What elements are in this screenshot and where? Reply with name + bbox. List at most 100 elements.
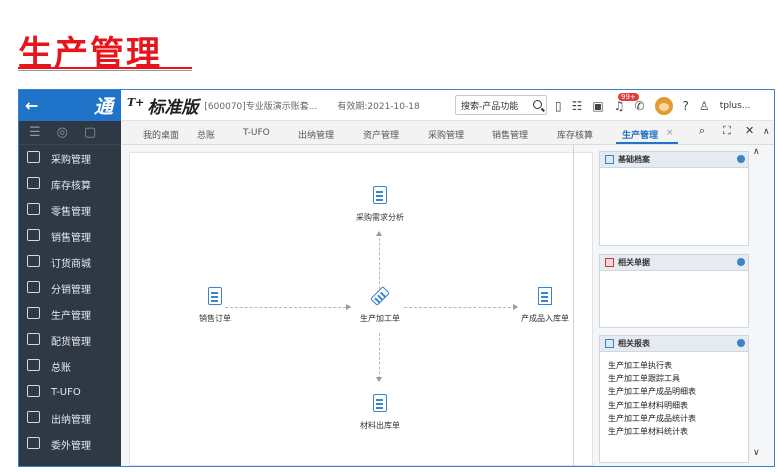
panel-related-docs: 相关单据 <box>599 254 749 328</box>
scroll-up-icon[interactable]: ∧ <box>763 127 770 137</box>
search-input[interactable]: 搜索-产品功能 <box>461 99 518 112</box>
collapse-icon[interactable] <box>737 339 745 347</box>
sidebar-item-distribution[interactable]: 分销管理 <box>19 275 121 301</box>
product-brand: T+ 标准版 <box>127 93 198 118</box>
sidebar-item-label: 采购管理 <box>51 154 91 166</box>
scroll-up-arrow-icon[interactable]: ∧ <box>753 147 760 157</box>
tab-ledger[interactable]: 总账 <box>197 128 215 141</box>
user-icon[interactable]: ♙ <box>699 99 710 113</box>
sidebar-item-allocation[interactable]: 配货管理 <box>19 327 121 353</box>
node-finished-inbound[interactable]: 产成品入库单 <box>500 286 590 324</box>
screen: 生产管理 ← 通 ☰ ◎ ▢ 采购管理 库存核算 零售管理 销售管理 订货商城 分销管理生… <box>0 0 777 472</box>
calculator-icon[interactable]: ▯ <box>555 99 562 113</box>
close-window-icon[interactable]: ✕ <box>745 124 754 137</box>
tab-bar: 我的桌面 总账 T-UFO 出纳管理 资产管理 采购管理 销售管理 库存核算 生… <box>121 121 774 145</box>
panel-title: 相关报表 <box>618 339 650 348</box>
panel-header[interactable]: 基础档案 <box>600 152 748 168</box>
report-link[interactable]: 生产加工单材料明细表 <box>608 399 748 412</box>
ufo-icon <box>26 384 42 400</box>
sidebar-item-retail[interactable]: 零售管理 <box>19 197 121 223</box>
sidebar-item-label: T-UFO <box>51 386 81 398</box>
outbound-doc-icon <box>370 393 390 415</box>
menu-icon[interactable]: ☰ <box>29 125 41 140</box>
sidebar: ← 通 ☰ ◎ ▢ 采购管理库存核算 零售管理 销售管理 订货商城 分销管理生产管理配货… <box>19 90 121 466</box>
tab-close-icon[interactable]: × <box>666 128 674 138</box>
help-icon[interactable]: ? <box>683 99 689 113</box>
banner-underline <box>18 67 192 69</box>
sidebar-item-inventory[interactable]: 库存核算 <box>19 171 121 197</box>
mascot-icon[interactable] <box>654 96 673 115</box>
node-material-outbound[interactable]: 材料出库单 <box>335 393 425 431</box>
sidebar-item-outsource[interactable]: 委外管理 <box>19 431 121 457</box>
report-link[interactable]: 生产加工单产成品统计表 <box>608 412 748 425</box>
node-production-order[interactable]: 生产加工单 <box>335 286 425 324</box>
connector-production-to-analysis <box>379 233 380 289</box>
edit-icon[interactable]: ▢ <box>84 125 96 140</box>
tab-production[interactable]: 生产管理 <box>622 128 658 141</box>
search-doc-icon[interactable]: ◎ <box>57 125 68 140</box>
collapse-icon[interactable] <box>737 155 745 163</box>
message-icon[interactable]: ▣ <box>592 99 603 113</box>
panel-title: 基础档案 <box>618 155 650 164</box>
tab-tufo[interactable]: T-UFO <box>243 128 270 138</box>
report-icon <box>605 339 614 348</box>
list-icon[interactable]: ☷ <box>572 99 583 113</box>
panel-header[interactable]: 相关单据 <box>600 255 748 271</box>
panel-related-reports: 相关报表 生产加工单执行表 生产加工单跟踪工具 生产加工单产成品明细表 生产加工… <box>599 335 749 463</box>
search-box[interactable]: 搜索-产品功能 <box>455 95 547 115</box>
sidebar-item-production[interactable]: 生产管理 <box>19 301 121 327</box>
sidebar-item-ufo[interactable]: T-UFO <box>19 379 121 405</box>
collapse-icon[interactable] <box>737 258 745 266</box>
boxes-icon <box>535 286 555 308</box>
tab-desktop[interactable]: 我的桌面 <box>143 128 179 141</box>
search-icon[interactable] <box>533 100 542 109</box>
sidebar-item-label: 生产管理 <box>51 310 91 322</box>
tools-icon <box>370 286 390 308</box>
sidebar-item-purchase[interactable]: 采购管理 <box>19 145 121 171</box>
production-icon <box>26 306 42 322</box>
analysis-doc-icon <box>370 185 390 207</box>
sidebar-item-label: 配货管理 <box>51 336 91 348</box>
fullscreen-icon[interactable]: ⛶ <box>723 124 731 138</box>
sidebar-menu: 采购管理库存核算 零售管理 销售管理 订货商城 分销管理生产管理配货管理总账 T-UFO 出… <box>19 145 121 457</box>
node-label: 产成品入库单 <box>521 314 569 323</box>
person-icon <box>605 155 614 164</box>
tab-search-icon[interactable]: ⌕ <box>699 124 705 138</box>
app-logo: 通 <box>93 96 113 118</box>
tab-assets[interactable]: 资产管理 <box>363 128 399 141</box>
main-content: 采购需求分析 销售订单 生产加工单 产成品入库单 材料出库单 基础档案 相关单据… <box>121 145 774 466</box>
panel-header[interactable]: 相关报表 <box>600 336 748 352</box>
expire-date: 有效期:2021-10-18 <box>337 101 420 112</box>
node-label: 采购需求分析 <box>356 213 404 222</box>
tab-cashier[interactable]: 出纳管理 <box>298 128 334 141</box>
report-link[interactable]: 生产加工单材料统计表 <box>608 425 748 438</box>
sidebar-item-cashier[interactable]: 出纳管理 <box>19 405 121 431</box>
scroll-divider <box>573 145 574 466</box>
node-sales-order[interactable]: 销售订单 <box>170 286 260 324</box>
account-name[interactable]: [600070]专业版演示账套... <box>204 99 317 112</box>
sidebar-item-sales[interactable]: 销售管理 <box>19 223 121 249</box>
report-link[interactable]: 生产加工单产成品明细表 <box>608 385 748 398</box>
tab-purchase[interactable]: 采购管理 <box>428 128 464 141</box>
sidebar-item-ledger[interactable]: 总账 <box>19 353 121 379</box>
panel-title: 相关单据 <box>618 258 650 267</box>
allocation-icon <box>26 332 42 348</box>
user-name[interactable]: tplus... <box>720 101 751 111</box>
node-label: 材料出库单 <box>360 421 400 430</box>
report-link[interactable]: 生产加工单跟踪工具 <box>608 372 748 385</box>
scroll-down-arrow-icon[interactable]: ∨ <box>753 448 760 458</box>
arrow-down <box>376 377 382 382</box>
sidebar-item-mall[interactable]: 订货商城 <box>19 249 121 275</box>
notification-badge: 99+ <box>618 93 639 101</box>
ledger-icon <box>26 358 42 374</box>
node-purchase-analysis[interactable]: 采购需求分析 <box>335 185 425 223</box>
vertical-scrollbar[interactable]: ∧ ∨ <box>749 145 766 466</box>
flow-canvas: 采购需求分析 销售订单 生产加工单 产成品入库单 材料出库单 <box>129 152 593 466</box>
banner-underline-shadow <box>18 70 192 71</box>
report-link[interactable]: 生产加工单执行表 <box>608 359 748 372</box>
tab-sales[interactable]: 销售管理 <box>492 128 528 141</box>
tab-inventory[interactable]: 库存核算 <box>557 128 593 141</box>
brand-mark: T+ <box>127 95 145 109</box>
inventory-icon <box>26 176 42 192</box>
back-arrow-icon[interactable]: ← <box>25 96 38 115</box>
